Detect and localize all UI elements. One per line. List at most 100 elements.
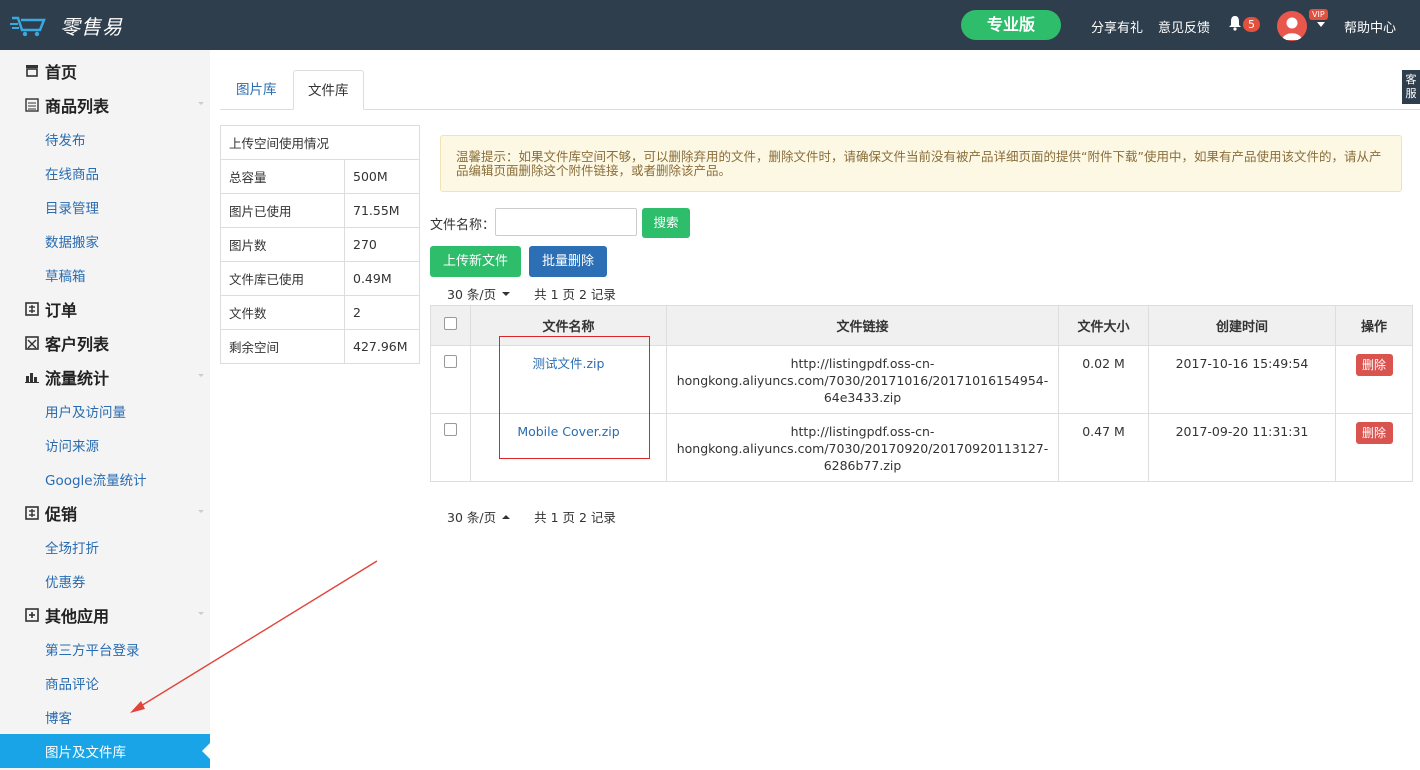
bell-icon[interactable] [1228, 15, 1242, 31]
sidebar-item-label: 其他应用 [45, 607, 110, 626]
page-size-select[interactable]: 30 条/页 [447, 507, 511, 526]
sidebar-item-data-migration[interactable]: 数据搬家 [0, 224, 210, 258]
column-header: 操作 [1335, 305, 1413, 346]
page-size-label: 30 条/页 [447, 287, 497, 302]
file-link-line: hongkong.aliyuncs.com/7030/20170920/2017… [676, 441, 1049, 456]
column-header: 创建时间 [1148, 305, 1336, 346]
chevron-down-icon[interactable] [1317, 22, 1325, 27]
select-all-checkbox[interactable] [444, 317, 457, 330]
logo[interactable]: 零售易 [10, 10, 123, 40]
logo-text: 零售易 [60, 14, 123, 39]
chevron-down-icon [502, 291, 511, 296]
vip-badge: VIP [1309, 9, 1328, 20]
sidebar-item-label: 促销 [45, 505, 78, 524]
created-time: 2017-10-16 15:49:54 [1148, 345, 1336, 414]
page-total: 共 1 页 2 记录 [534, 287, 616, 302]
checkbox-cell [430, 413, 471, 482]
chevron-down-icon [198, 510, 204, 513]
sidebar-item-customers[interactable]: 客户列表 [0, 326, 210, 360]
tab-image-library[interactable]: 图片库 [222, 70, 291, 110]
usage-value: 0.49M [344, 261, 420, 296]
file-name-search-input[interactable] [495, 208, 637, 236]
row-checkbox[interactable] [444, 423, 457, 436]
sidebar-item-user-visits[interactable]: 用户及访问量 [0, 394, 210, 428]
sidebar-item-catalog[interactable]: 目录管理 [0, 190, 210, 224]
sidebar-item-label: 订单 [45, 301, 78, 320]
sidebar-item-traffic-sources[interactable]: 访问来源 [0, 428, 210, 462]
page-total: 共 1 页 2 记录 [534, 510, 616, 525]
usage-label: 文件数 [220, 295, 345, 330]
chevron-up-icon [502, 514, 511, 519]
usage-label: 图片数 [220, 227, 345, 262]
chevron-down-icon [198, 102, 204, 105]
usage-title: 上传空间使用情况 [220, 125, 420, 160]
sidebar-item-promotions[interactable]: 促销 [0, 496, 210, 530]
top-bar: 零售易 专业版 分享有礼 意见反馈 5 VIP 帮助中心 [0, 0, 1420, 50]
customer-icon [24, 335, 40, 351]
sidebar-item-google-analytics[interactable]: Google流量统计 [0, 462, 210, 496]
sidebar-item-online-products[interactable]: 在线商品 [0, 156, 210, 190]
batch-delete-button[interactable]: 批量删除 [529, 246, 607, 277]
usage-label: 总容量 [220, 159, 345, 194]
sidebar-item-label: 客户列表 [45, 335, 110, 354]
feedback-link[interactable]: 意见反馈 [1158, 17, 1210, 36]
order-icon [24, 301, 40, 317]
row-checkbox[interactable] [444, 355, 457, 368]
file-link-line: http://listingpdf.oss-cn- [790, 356, 935, 371]
usage-label: 文件库已使用 [220, 261, 345, 296]
column-header: 文件链接 [666, 305, 1059, 346]
sidebar-item-label: 首页 [45, 63, 78, 82]
table-row: 剩余空间 427.96M [220, 329, 420, 364]
select-all-cell [430, 305, 471, 346]
file-size: 0.02 M [1058, 345, 1149, 414]
tab-bar: 图片库 文件库 [220, 70, 1420, 110]
sidebar-item-pending[interactable]: 待发布 [0, 122, 210, 156]
highlight-box [499, 336, 650, 459]
action-cell: 删除 [1335, 413, 1413, 482]
usage-label: 图片已使用 [220, 193, 345, 228]
upload-file-button[interactable]: 上传新文件 [430, 246, 521, 277]
pro-version-button[interactable]: 专业版 [961, 10, 1061, 40]
checkbox-cell [430, 345, 471, 414]
page-size-select[interactable]: 30 条/页 [447, 284, 511, 303]
cart-logo-icon [10, 16, 46, 37]
file-link-line: 64e3433.zip [823, 390, 902, 405]
table-row: 图片已使用 71.55M [220, 193, 420, 228]
search-label: 文件名称： [430, 218, 496, 233]
avatar[interactable] [1277, 11, 1307, 41]
sidebar-item-orders[interactable]: 订单 [0, 292, 210, 326]
sidebar-item-drafts[interactable]: 草稿箱 [0, 258, 210, 292]
chart-icon [24, 369, 40, 385]
sidebar-item-media-library[interactable]: 图片及文件库 [0, 734, 210, 768]
user-icon [1282, 17, 1302, 40]
sidebar-item-label: 商品列表 [45, 97, 110, 116]
sidebar-item-traffic[interactable]: 流量统计 [0, 360, 210, 394]
chevron-down-icon [198, 374, 204, 377]
column-header: 文件大小 [1058, 305, 1149, 346]
pager-top: 30 条/页 共 1 页 2 记录 [447, 284, 616, 303]
plus-box-icon [24, 607, 40, 623]
customer-service-button[interactable]: 客服 [1402, 70, 1420, 104]
warning-notice: 温馨提示：如果文件库空间不够，可以删除弃用的文件，删除文件时，请确保文件当前没有… [440, 135, 1402, 192]
help-center-link[interactable]: 帮助中心 [1344, 17, 1396, 36]
file-link-line: http://listingpdf.oss-cn- [790, 424, 935, 439]
page-size-label: 30 条/页 [447, 510, 497, 525]
file-link-cell: http://listingpdf.oss-cn- hongkong.aliyu… [666, 413, 1059, 482]
pager-bottom: 30 条/页 共 1 页 2 记录 [447, 507, 616, 526]
annotation-arrow [130, 560, 378, 713]
promo-icon [24, 505, 40, 521]
share-gift-link[interactable]: 分享有礼 [1091, 17, 1143, 36]
delete-button[interactable]: 删除 [1355, 422, 1393, 444]
tab-file-library[interactable]: 文件库 [293, 70, 364, 110]
sidebar-item-home[interactable]: 首页 [0, 54, 210, 88]
storage-usage-table: 上传空间使用情况 总容量 500M 图片已使用 71.55M 图片数 270 文件库已… [220, 125, 420, 364]
delete-button[interactable]: 删除 [1355, 354, 1393, 376]
sidebar-item-products[interactable]: 商品列表 [0, 88, 210, 122]
usage-value: 427.96M [344, 329, 420, 364]
file-size: 0.47 M [1058, 413, 1149, 482]
file-link-cell: http://listingpdf.oss-cn- hongkong.aliyu… [666, 345, 1059, 414]
table-row: 图片数 270 [220, 227, 420, 262]
search-button[interactable]: 搜索 [642, 208, 690, 238]
table-row: 总容量 500M [220, 159, 420, 194]
usage-value: 71.55M [344, 193, 420, 228]
